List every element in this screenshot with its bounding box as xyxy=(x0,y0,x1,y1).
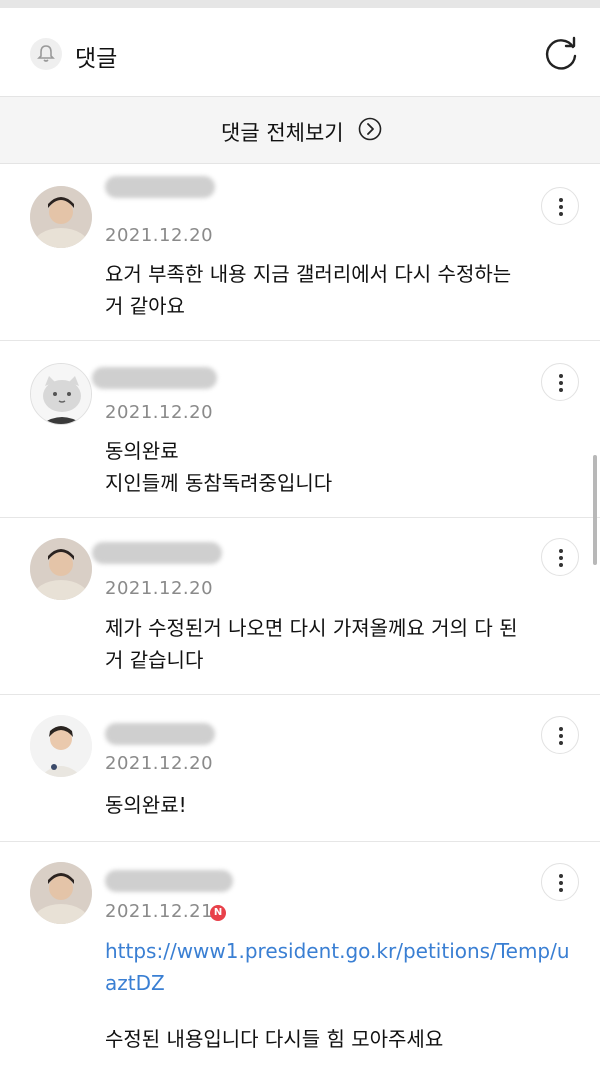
status-strip xyxy=(0,0,600,8)
person-photo-avatar[interactable] xyxy=(30,715,92,777)
scrollbar[interactable] xyxy=(593,455,597,565)
comment-text: 제가 수정된거 나오면 다시 가져올께요 거의 다 된 거 같습니다 xyxy=(105,616,518,672)
comments-header: 댓글 xyxy=(0,8,600,96)
chevron-right-circle-icon xyxy=(358,117,382,145)
author-name xyxy=(92,367,217,389)
comment-item: 2021.12.21 N https://www1.president.go.k… xyxy=(0,842,600,1076)
comment-date: 2021.12.21 xyxy=(105,901,214,922)
comment-date: 2021.12.20 xyxy=(105,225,214,246)
refresh-icon[interactable] xyxy=(542,34,582,74)
comment-date: 2021.12.20 xyxy=(105,753,214,774)
more-options-button[interactable] xyxy=(541,716,579,754)
new-badge: N xyxy=(210,905,226,921)
more-options-button[interactable] xyxy=(541,363,579,401)
bell-icon[interactable] xyxy=(30,38,62,70)
more-options-button[interactable] xyxy=(541,863,579,901)
page-title: 댓글 xyxy=(75,46,118,72)
comment-date: 2021.12.20 xyxy=(105,402,214,423)
comment-text: 동의완료 지인들께 동참독려중입니다 xyxy=(105,439,333,495)
cartoon-face-avatar[interactable] xyxy=(30,363,92,425)
view-all-comments-button[interactable]: 댓글 전체보기 xyxy=(0,96,600,164)
author-name xyxy=(92,542,222,564)
comment-item: 2021.12.20 요거 부족한 내용 지금 갤러리에서 다시 수정하는 거 … xyxy=(0,164,600,341)
comment-item: 2021.12.20 동의완료! xyxy=(0,695,600,842)
more-options-button[interactable] xyxy=(541,538,579,576)
comment-text: 수정된 내용입니다 다시들 힘 모아주세요 xyxy=(105,1027,444,1051)
more-options-button[interactable] xyxy=(541,187,579,225)
person-photo-avatar[interactable] xyxy=(30,186,92,248)
comment-text: 요거 부족한 내용 지금 갤러리에서 다시 수정하는 거 같아요 xyxy=(105,262,512,318)
comment-item: 2021.12.20 동의완료 지인들께 동참독려중입니다 xyxy=(0,341,600,518)
comment-text: 동의완료! xyxy=(105,793,187,817)
comment-date: 2021.12.20 xyxy=(105,578,214,599)
person-photo-avatar[interactable] xyxy=(30,538,92,600)
author-name xyxy=(105,723,215,745)
petition-link[interactable]: https://www1.president.go.kr/petitions/T… xyxy=(105,935,575,999)
author-name xyxy=(105,870,233,892)
author-name xyxy=(105,176,215,198)
person-photo-avatar[interactable] xyxy=(30,862,92,924)
comment-item: 2021.12.20 제가 수정된거 나오면 다시 가져올께요 거의 다 된 거… xyxy=(0,518,600,695)
view-all-label: 댓글 전체보기 xyxy=(221,121,344,145)
